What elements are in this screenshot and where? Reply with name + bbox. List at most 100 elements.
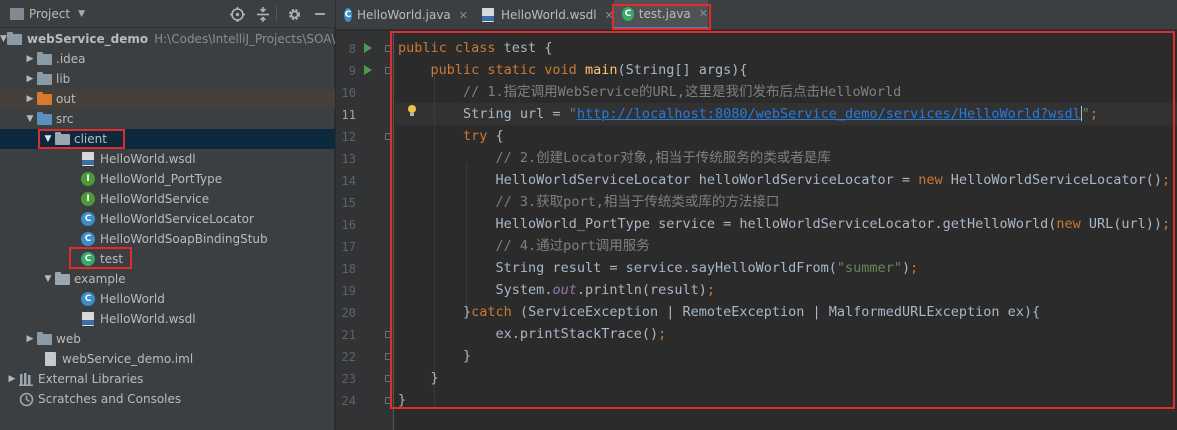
close-icon[interactable]: ✕	[459, 9, 468, 22]
tree-node-src[interactable]: ▼ src	[0, 109, 335, 129]
tree-node-scratches[interactable]: Scratches and Consoles	[0, 389, 335, 409]
interface-icon: I	[80, 191, 96, 207]
panel-settings-button[interactable]	[285, 5, 303, 23]
tree-node-example-helloworld[interactable]: C HelloWorld	[0, 289, 335, 309]
tree-node-client[interactable]: ▼ client	[0, 129, 335, 149]
code-line-15: // 3.获取port,相当于传统类或库的方法接口	[495, 194, 780, 210]
class-icon: C	[80, 231, 96, 247]
project-panel-header: Project ▼	[0, 0, 335, 28]
runnable-class-icon: C	[80, 251, 96, 267]
tree-node-porttype[interactable]: I HelloWorld_PortType	[0, 169, 335, 189]
expand-arrow-icon[interactable]: ▼	[0, 29, 7, 49]
tree-node-idea[interactable]: ▶ .idea	[0, 49, 335, 69]
tree-node-example-wsdl[interactable]: HelloWorld.wsdl	[0, 309, 335, 329]
tree-node-example[interactable]: ▼ example	[0, 269, 335, 289]
collapse-arrow-icon[interactable]: ▶	[24, 69, 36, 89]
tree-node-label: out	[56, 92, 76, 106]
line-number: 20	[341, 306, 356, 320]
class-icon: C	[80, 211, 96, 227]
collapse-arrow-icon[interactable]: ▶	[24, 89, 36, 109]
editor-gutter: 8 9 10 11 12 13 14 15 16 17 18 19 20 21 …	[336, 31, 394, 430]
line-number: 21	[341, 328, 356, 342]
line-number: 9	[348, 64, 356, 78]
hide-panel-button[interactable]	[311, 5, 329, 23]
module-file-icon	[42, 351, 58, 367]
expand-arrow-icon[interactable]: ▼	[42, 129, 54, 149]
tab-helloworld-java[interactable]: C HelloWorld.java ✕	[336, 0, 468, 30]
minimize-icon	[315, 13, 325, 15]
fold-marker-icon[interactable]	[385, 353, 392, 360]
tab-test-java[interactable]: C test.java ✕	[614, 0, 708, 30]
editor-tab-bar: C HelloWorld.java ✕ HelloWorld.wsdl ✕ C …	[336, 0, 1177, 30]
collapse-arrow-icon[interactable]: ▶	[24, 329, 36, 349]
tree-node-label: test	[100, 252, 124, 266]
line-number: 24	[341, 394, 356, 408]
run-class-icon[interactable]	[364, 43, 372, 53]
code-line-20: }catch (ServiceException | RemoteExcepti…	[463, 304, 1041, 320]
code-editor[interactable]: 8 9 10 11 12 13 14 15 16 17 18 19 20 21 …	[336, 31, 1177, 430]
web-folder-icon	[36, 331, 52, 347]
chevron-down-icon: ▼	[78, 9, 85, 19]
close-icon[interactable]: ✕	[605, 9, 614, 22]
code-line-10: // 1.指定调用WebService的URL,这里是我们发布后点击HelloW…	[463, 84, 902, 100]
tree-node-label: HelloWorld_PortType	[100, 172, 223, 186]
tree-node-client-wsdl[interactable]: HelloWorld.wsdl	[0, 149, 335, 169]
tree-node-test[interactable]: C test	[0, 249, 335, 269]
fold-marker-icon[interactable]	[385, 67, 392, 74]
expand-arrow-icon[interactable]: ▼	[42, 269, 54, 289]
class-icon: C	[80, 291, 96, 307]
tree-node-label: External Libraries	[38, 372, 144, 386]
class-run-icon: C	[622, 6, 634, 21]
class-icon: C	[344, 8, 353, 22]
tree-node-bindingstub[interactable]: C HelloWorldSoapBindingStub	[0, 229, 335, 249]
locate-file-button[interactable]	[228, 5, 246, 23]
tree-node-lib[interactable]: ▶ lib	[0, 69, 335, 89]
tree-node-external-libraries[interactable]: ▶ External Libraries	[0, 369, 335, 389]
collapse-all-icon	[257, 6, 269, 22]
line-number: 19	[341, 284, 356, 298]
tree-node-out[interactable]: ▶ out	[0, 89, 335, 109]
collapse-arrow-icon[interactable]: ▶	[24, 49, 36, 69]
tree-node-project-root[interactable]: ▼ webService_demo H:\Codes\IntelliJ_Proj…	[0, 29, 335, 49]
fold-marker-icon[interactable]	[385, 397, 392, 404]
collapse-all-button[interactable]	[254, 5, 272, 23]
code-line-11: String url = "http://localhost:8080/webS…	[463, 106, 1099, 122]
line-number: 16	[341, 218, 356, 232]
excluded-folder-icon	[36, 91, 52, 107]
line-number: 12	[341, 130, 356, 144]
line-number: 17	[341, 240, 356, 254]
tree-node-web[interactable]: ▶ web	[0, 329, 335, 349]
scratches-icon	[18, 391, 34, 407]
code-line-9: public static void main(String[] args){	[430, 62, 748, 78]
code-line-21: ex.printStackTrace();	[495, 326, 667, 342]
expand-arrow-icon[interactable]: ▼	[24, 109, 36, 129]
line-number: 18	[341, 262, 356, 276]
folder-icon	[36, 71, 52, 87]
tree-node-label: HelloWorld.wsdl	[100, 312, 196, 326]
tree-node-label: HelloWorldSoapBindingStub	[100, 232, 268, 246]
tree-node-service[interactable]: I HelloWorldService	[0, 189, 335, 209]
code-line-16: HelloWorld_PortType service = helloWorld…	[495, 216, 1171, 232]
project-view-selector[interactable]: Project ▼	[10, 0, 85, 28]
tree-node-iml[interactable]: webService_demo.iml	[0, 349, 335, 369]
tree-node-label: HelloWorldService	[100, 192, 210, 206]
tree-node-servicelocator[interactable]: C HelloWorldServiceLocator	[0, 209, 335, 229]
fold-marker-icon[interactable]	[385, 45, 392, 52]
tab-helloworld-wsdl[interactable]: HelloWorld.wsdl ✕	[472, 0, 614, 30]
collapse-arrow-icon[interactable]: ▶	[6, 369, 18, 389]
line-number: 14	[341, 174, 356, 188]
close-icon[interactable]: ✕	[699, 7, 708, 20]
code-line-12: try {	[463, 128, 504, 144]
code-line-19: System.out.println(result);	[495, 282, 716, 298]
fold-marker-icon[interactable]	[385, 133, 392, 140]
run-main-icon[interactable]	[364, 65, 372, 75]
fold-marker-icon[interactable]	[385, 375, 392, 382]
source-folder-icon	[36, 111, 52, 127]
tree-node-label: src	[56, 112, 74, 126]
code-line-13: // 2.创建Locator对象,相当于传统服务的类或者是库	[495, 150, 831, 166]
code-line-22: }	[463, 348, 472, 364]
fold-marker-icon[interactable]	[385, 331, 392, 338]
package-icon	[54, 271, 70, 287]
tree-node-label: client	[74, 132, 107, 146]
wsdl-file-icon	[80, 311, 96, 327]
